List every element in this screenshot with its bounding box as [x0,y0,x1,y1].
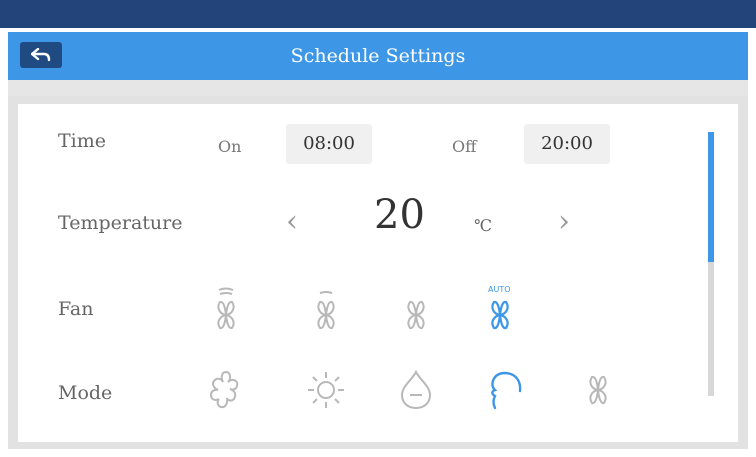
temperature-decrease-button[interactable]: ‹ [286,204,298,239]
fan-medium-icon[interactable] [300,284,352,336]
temperature-unit: ℃ [474,216,492,235]
fan-high-icon[interactable] [200,284,252,336]
page-title: Schedule Settings [290,45,466,67]
back-button[interactable] [20,42,62,68]
scrollbar[interactable] [708,132,714,396]
back-arrow-icon [31,48,51,62]
temperature-value: 20 [374,192,425,238]
on-time-field[interactable]: 08:00 [286,124,372,164]
fan-auto-icon[interactable]: AUTO [474,284,526,336]
fan-low-icon[interactable] [390,284,442,336]
time-row: Time On 08:00 Off 20:00 [18,104,738,194]
fan-only-icon[interactable] [572,364,624,416]
on-label: On [218,137,242,156]
fan-row: Fan AUTO [18,270,738,354]
title-bar: Schedule Settings [8,32,748,80]
sub-band [8,80,748,96]
off-time-field[interactable]: 20:00 [524,124,610,164]
time-label: Time [58,130,107,152]
fan-label: Fan [58,298,94,320]
settings-list: Time On 08:00 Off 20:00 Temperature ‹ 20… [18,104,738,442]
fan-auto-text: AUTO [488,285,511,294]
mode-row: Mode [18,356,738,442]
temperature-increase-button[interactable]: › [558,204,570,239]
dry-icon[interactable] [390,364,442,416]
heat-icon[interactable] [300,364,352,416]
off-label: Off [452,137,477,156]
auto-mode-icon[interactable] [478,364,530,416]
scrollbar-thumb[interactable] [708,132,714,262]
mode-label: Mode [58,382,113,404]
temperature-label: Temperature [58,212,183,234]
status-band [0,0,756,28]
settings-panel: Time On 08:00 Off 20:00 Temperature ‹ 20… [8,96,748,449]
cool-icon[interactable] [200,364,252,416]
